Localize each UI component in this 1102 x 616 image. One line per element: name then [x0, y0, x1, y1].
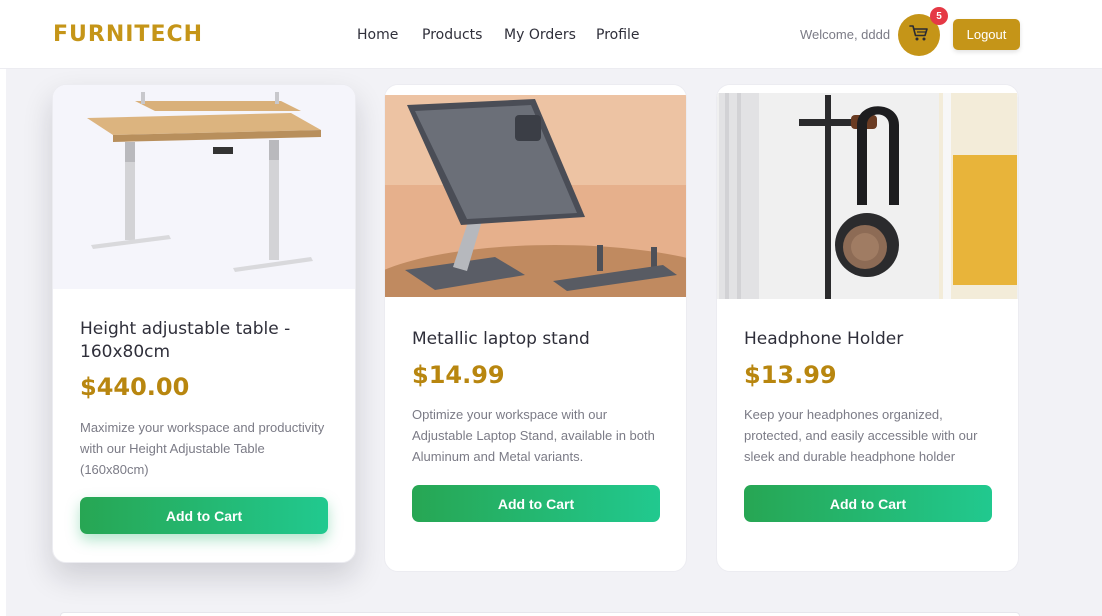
welcome-text: Welcome, dddd: [800, 27, 891, 42]
product-title: Metallic laptop stand: [412, 329, 590, 349]
nav-home-link[interactable]: Home: [357, 27, 398, 43]
nav-products-link[interactable]: Products: [422, 27, 482, 43]
product-title: Headphone Holder: [744, 329, 904, 349]
product-description: Keep your headphones organized, protecte…: [744, 407, 978, 464]
product-image-table: [53, 85, 355, 289]
logout-button[interactable]: Logout: [953, 19, 1020, 50]
cart-icon: [909, 24, 929, 46]
brand-logo[interactable]: FURNITECH: [53, 22, 203, 47]
product-card-headphone-holder: Headphone Holder $13.99 Keep your headph…: [716, 84, 1019, 572]
add-to-cart-button[interactable]: Add to Cart: [80, 497, 328, 534]
product-price: $14.99: [412, 361, 505, 389]
product-card-laptop-stand: Metallic laptop stand $14.99 Optimize yo…: [384, 84, 687, 572]
add-to-cart-button[interactable]: Add to Cart: [744, 485, 992, 522]
cart-count-badge: 5: [930, 7, 948, 25]
product-description: Optimize your workspace with our Adjusta…: [412, 407, 655, 464]
product-description: Maximize your workspace and productivity…: [80, 420, 325, 477]
next-section-edge: [60, 612, 1020, 616]
product-price: $13.99: [744, 361, 837, 389]
nav-profile-link[interactable]: Profile: [596, 27, 640, 43]
nav-my-orders-link[interactable]: My Orders: [504, 27, 576, 43]
product-price: $440.00: [80, 373, 190, 401]
product-image-laptop-stand: [385, 85, 686, 297]
product-title: Height adjustable table - 160x80cm: [80, 319, 291, 362]
product-image-headphone-holder: [717, 85, 1018, 299]
top-navbar: FURNITECH Home Products My Orders Profil…: [0, 0, 1102, 69]
product-card-table: Height adjustable table - 160x80cm $440.…: [52, 84, 356, 563]
add-to-cart-button[interactable]: Add to Cart: [412, 485, 660, 522]
